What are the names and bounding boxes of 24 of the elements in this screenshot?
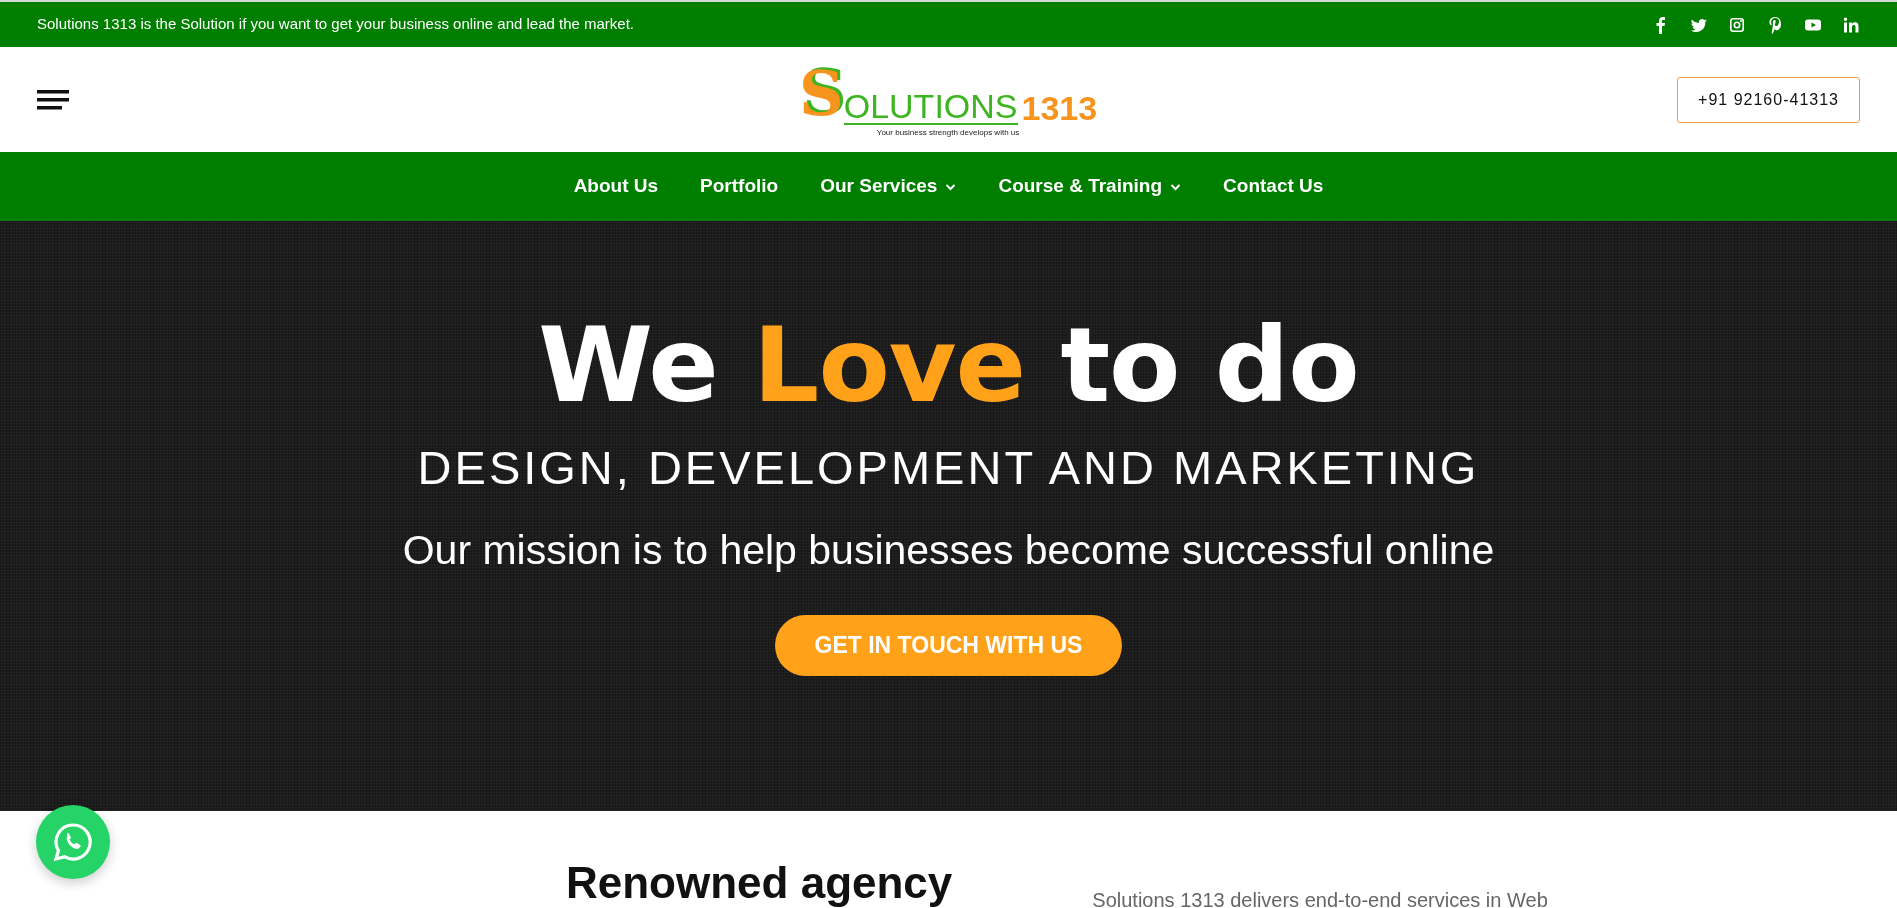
section-heading: Renowned agency: [566, 861, 953, 908]
whatsapp-icon: [52, 821, 94, 863]
nav-link[interactable]: Portfolio: [679, 172, 800, 201]
mission-text: Our mission is to help businesses become successful online: [402, 525, 1495, 575]
logo-number: 1313: [1021, 90, 1098, 125]
nav-link[interactable]: Course & Training: [977, 172, 1203, 201]
nav-link[interactable]: About Us: [552, 172, 680, 201]
caret-icon: [1170, 182, 1182, 191]
logo-word: OLUTIONS: [843, 88, 1018, 125]
whatsapp-button[interactable]: [36, 805, 110, 879]
phone-button[interactable]: +91 92160-41313: [1677, 76, 1860, 123]
nav-link[interactable]: Contact Us: [1202, 172, 1345, 201]
hero-subtitle: DESIGN, DEVELOPMENT AND MARKETING: [417, 440, 1480, 496]
nav-link[interactable]: Our Services: [799, 172, 978, 201]
logo-letter: S: [798, 62, 844, 125]
instagram-icon[interactable]: [1728, 15, 1746, 34]
logo-tagline: Your business strength develops with us: [876, 128, 1020, 137]
menu-icon[interactable]: [37, 88, 69, 111]
logo[interactable]: SOLUTIONS 1313 Your business strength develops with us: [798, 62, 1098, 137]
caret-icon: [945, 182, 957, 191]
top-bar-message: Solutions 1313 is the Solution if you want to get your business online and lead the market.: [37, 14, 635, 35]
linkedin-icon[interactable]: [1842, 15, 1860, 34]
hero-title: We Love to do: [538, 313, 1359, 417]
intro-text: Solutions 1313 delivers end-to-end services in Web: [1092, 888, 1548, 908]
